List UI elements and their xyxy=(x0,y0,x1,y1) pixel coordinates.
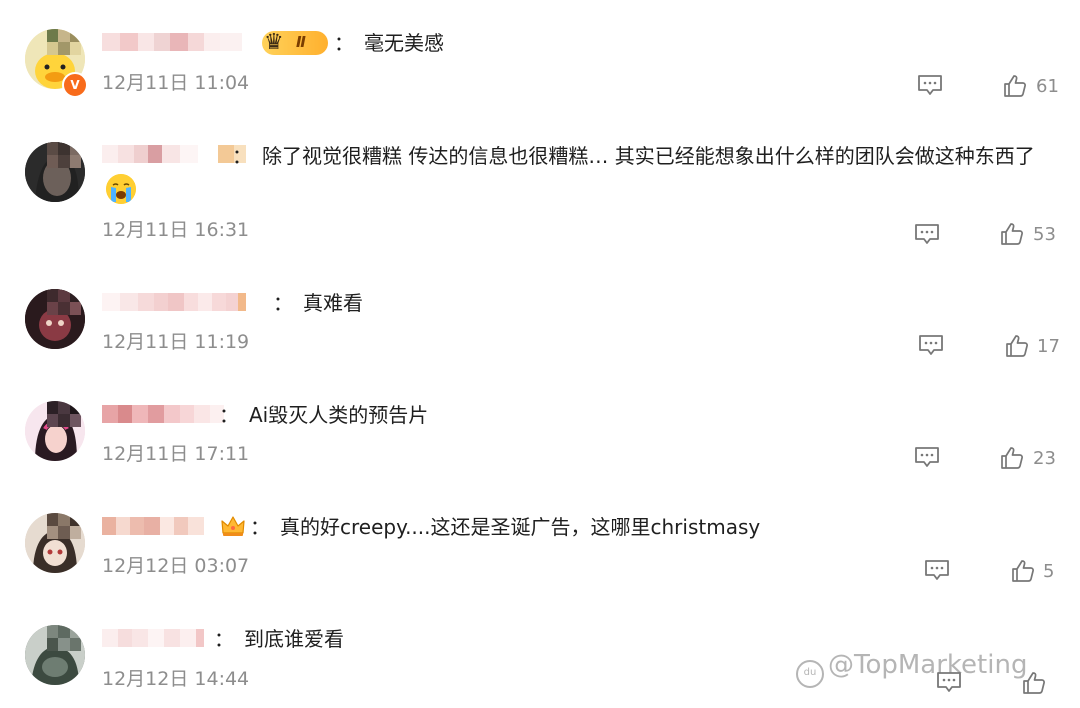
like-thumbs-up-icon[interactable] xyxy=(1011,559,1035,583)
username-blurred[interactable] xyxy=(102,293,246,311)
username-blurred[interactable] xyxy=(102,405,224,423)
like-count: 61 xyxy=(1036,76,1059,97)
comment-text: 毫无美感 xyxy=(364,31,444,55)
username-blurred[interactable] xyxy=(102,629,204,647)
comment-text-line: ： 真难看 xyxy=(273,288,363,318)
separator: ： xyxy=(273,291,293,315)
separator: ： xyxy=(250,515,270,539)
watermark-text: @TopMarketing xyxy=(828,650,1028,680)
avatar[interactable] xyxy=(25,289,85,349)
timestamp: 12月11日 17:11 xyxy=(102,443,250,465)
timestamp: 12月11日 11:04 xyxy=(102,72,250,94)
avatar[interactable] xyxy=(25,401,85,461)
like-thumbs-up-icon[interactable] xyxy=(1003,74,1027,98)
reply-comment-icon[interactable] xyxy=(914,446,940,468)
comment-text: 真难看 xyxy=(303,291,363,315)
comment-text-line: ： 毫无美感 xyxy=(334,28,444,58)
membership-badge: ♛ Ⅱ xyxy=(262,30,328,55)
comment-text: Ai毁灭人类的预告片 xyxy=(249,403,429,427)
timestamp: 12月12日 03:07 xyxy=(102,555,250,577)
like-thumbs-up-icon[interactable] xyxy=(1000,222,1024,246)
username-blurred[interactable] xyxy=(102,517,204,535)
separator: ： xyxy=(219,403,239,427)
avatar[interactable] xyxy=(25,625,85,685)
separator: ： xyxy=(334,31,354,55)
comment-text-line: ： Ai毁灭人类的预告片 xyxy=(219,400,428,430)
verified-badge-icon: V xyxy=(62,72,88,98)
username-blurred[interactable] xyxy=(102,145,246,163)
comment-text: 到底谁爱看 xyxy=(244,627,344,651)
timestamp: 12月12日 14:44 xyxy=(102,668,250,690)
like-thumbs-up-icon[interactable] xyxy=(1005,334,1029,358)
crying-face-icon xyxy=(106,174,136,204)
avatar[interactable] xyxy=(25,513,85,573)
comment-text-line: ： 除了视觉很糟糕 传达的信息也很糟糕… 其实已经能想象出什么样的团队会做这种东西… xyxy=(232,141,1035,171)
like-count: 5 xyxy=(1043,561,1055,582)
badge-level: Ⅱ xyxy=(296,33,306,51)
reply-comment-icon[interactable] xyxy=(914,223,940,245)
separator: ： xyxy=(232,144,252,168)
crown-icon xyxy=(220,513,246,539)
username-blurred[interactable] xyxy=(102,33,242,51)
comment-text-line: ： 真的好creepy....这还是圣诞广告，这哪里christmasy xyxy=(250,512,760,542)
reply-comment-icon[interactable] xyxy=(918,334,944,356)
reply-comment-icon[interactable] xyxy=(917,74,943,96)
like-thumbs-up-icon[interactable] xyxy=(1000,446,1024,470)
baidu-paw-icon: du xyxy=(796,660,824,688)
avatar[interactable] xyxy=(25,142,85,202)
watermark: du @TopMarketing xyxy=(796,650,1027,688)
reply-comment-icon[interactable] xyxy=(924,559,950,581)
like-count: 53 xyxy=(1033,224,1056,245)
comment-text: 真的好creepy....这还是圣诞广告，这哪里christmasy xyxy=(280,515,761,539)
like-count: 17 xyxy=(1037,336,1060,357)
comment-text-line: ： 到底谁爱看 xyxy=(214,624,344,654)
comment-text: 除了视觉很糟糕 传达的信息也很糟糕… 其实已经能想象出什么样的团队会做这种东西了 xyxy=(262,144,1035,168)
like-count: 23 xyxy=(1033,448,1056,469)
timestamp: 12月11日 11:19 xyxy=(102,331,250,353)
separator: ： xyxy=(214,627,234,651)
crown-icon: ♛ xyxy=(264,30,284,55)
timestamp: 12月11日 16:31 xyxy=(102,219,250,241)
